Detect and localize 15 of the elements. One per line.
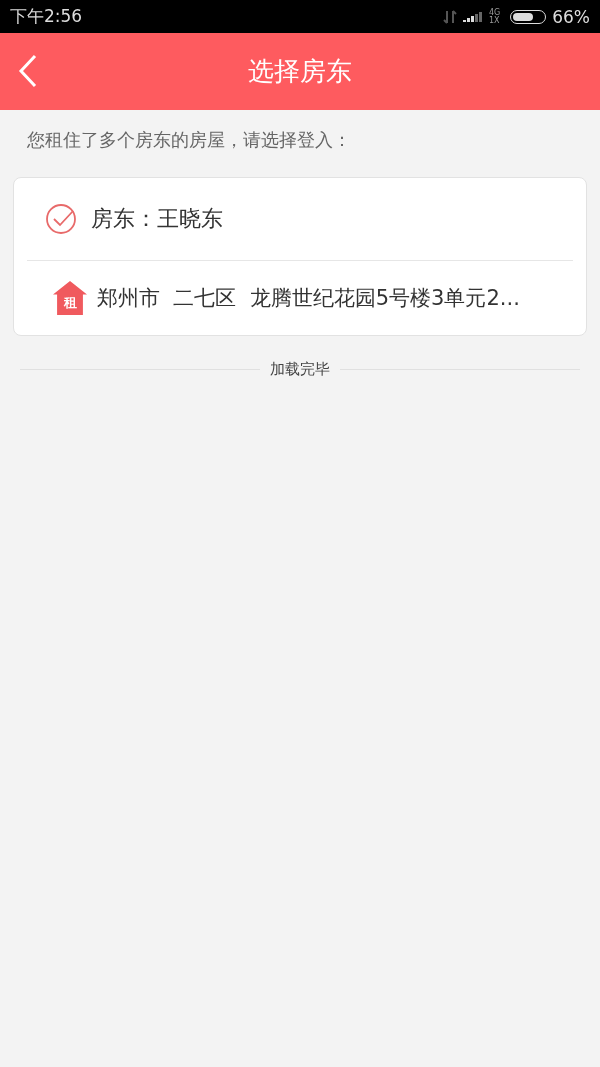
prompt-text: 您租住了多个房东的房屋，请选择登入： [26, 128, 352, 152]
back-icon[interactable] [18, 54, 38, 88]
battery-percent: 66% [552, 6, 590, 27]
landlord-card[interactable]: 房东：王晓东 租 郑州市 二七区 龙腾世纪花园5号楼3单元2... [13, 177, 587, 336]
load-complete-text: 加载完毕 [270, 360, 330, 379]
rent-house-badge: 租 [53, 281, 87, 315]
page-title: 选择房东 [248, 55, 352, 88]
landlord-name: 房东：王晓东 [91, 205, 223, 233]
property-address: 郑州市 二七区 龙腾世纪花园5号楼3单元2... [97, 285, 520, 312]
data-arrows-icon [442, 8, 457, 25]
check-circle-icon[interactable] [45, 203, 77, 235]
network-type: 4G [488, 8, 501, 17]
status-time: 下午2:56 [10, 5, 83, 28]
signal-icon [462, 9, 483, 24]
network-type: 1X [488, 16, 501, 25]
